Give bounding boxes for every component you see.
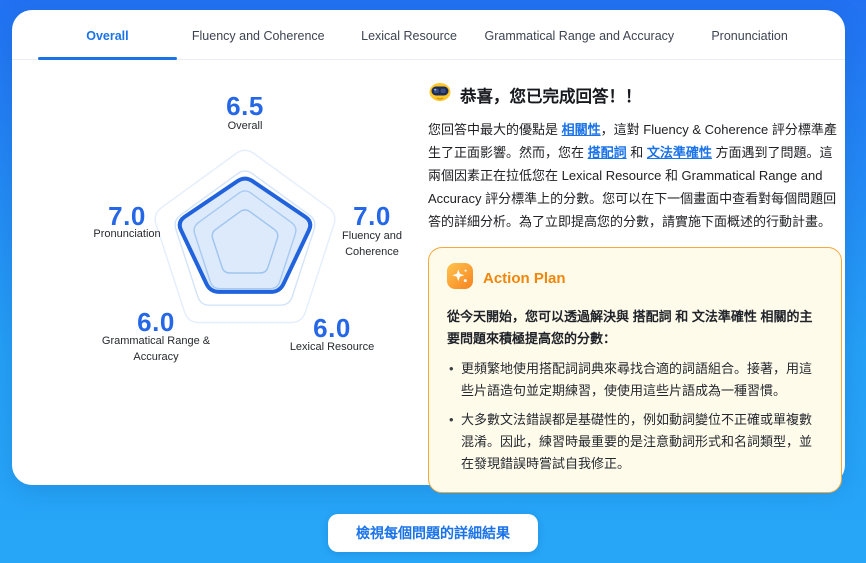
score-lexical-resource: 6.0Lexical Resource bbox=[290, 313, 374, 355]
score-pronunciation: 7.0Pronunciation bbox=[93, 201, 160, 242]
action-plan-intro: 從今天開始，您可以透過解決與 搭配詞 和 文法準確性 相關的主要問題來積極提高您… bbox=[447, 306, 823, 350]
action-plan-item: 大多數文法錯誤都是基礎性的，例如動詞變位不正確或單複數混淆。因此，練習時最重要的… bbox=[447, 409, 823, 475]
score-label: Overall bbox=[226, 118, 264, 134]
score-grammatical-range-accuracy: 6.0Grammatical Range &Accuracy bbox=[102, 307, 210, 365]
radar-series-fill bbox=[180, 179, 311, 292]
tab-bar: OverallFluency and CoherenceLexical Reso… bbox=[12, 10, 845, 60]
mascot-icon bbox=[428, 82, 452, 107]
score-fluency-and-coherence: 7.0Fluency andCoherence bbox=[342, 201, 402, 260]
results-card: OverallFluency and CoherenceLexical Reso… bbox=[12, 10, 845, 485]
congrats-header: 恭喜，您已完成回答！！ bbox=[428, 82, 842, 107]
score-label: Lexical Resource bbox=[290, 339, 374, 355]
term-link[interactable]: 文法準確性 bbox=[647, 145, 712, 160]
tab-lexical-resource[interactable]: Lexical Resource bbox=[334, 10, 485, 59]
sparkles-icon bbox=[447, 263, 473, 294]
tab-overall[interactable]: Overall bbox=[32, 10, 183, 59]
score-label: Pronunciation bbox=[93, 226, 160, 242]
score-label: Fluency andCoherence bbox=[342, 228, 402, 260]
action-plan-header: Action Plan bbox=[447, 263, 823, 294]
summary-text: 和 bbox=[627, 145, 647, 160]
radar-chart: 6.5Overall7.0Fluency andCoherence6.0Lexi… bbox=[55, 95, 435, 390]
view-details-button[interactable]: 檢視每個問題的詳細結果 bbox=[328, 514, 538, 552]
term-link[interactable]: 相關性 bbox=[562, 122, 601, 137]
tab-fluency-and-coherence[interactable]: Fluency and Coherence bbox=[183, 10, 334, 59]
action-plan-list: 更頻繁地使用搭配詞詞典來尋找合適的詞語組合。接著，用這些片語造句並定期練習，使使… bbox=[447, 358, 823, 475]
tab-grammatical-range-and-accuracy[interactable]: Grammatical Range and Accuracy bbox=[484, 10, 674, 59]
action-plan-item: 更頻繁地使用搭配詞詞典來尋找合適的詞語組合。接著，用這些片語造句並定期練習，使使… bbox=[447, 358, 823, 402]
action-plan-card: Action Plan 從今天開始，您可以透過解決與 搭配詞 和 文法準確性 相… bbox=[428, 247, 842, 493]
score-label: Grammatical Range &Accuracy bbox=[102, 333, 210, 365]
tab-pronunciation[interactable]: Pronunciation bbox=[674, 10, 825, 59]
score-overall: 6.5Overall bbox=[226, 91, 264, 134]
summary-column: 恭喜，您已完成回答！！ 您回答中最大的優點是 相關性，這對 Fluency & … bbox=[428, 82, 842, 493]
summary-paragraph: 您回答中最大的優點是 相關性，這對 Fluency & Coherence 評分… bbox=[428, 118, 842, 233]
action-plan-title: Action Plan bbox=[483, 270, 566, 287]
results-page: OverallFluency and CoherenceLexical Reso… bbox=[0, 0, 866, 563]
term-link[interactable]: 搭配詞 bbox=[588, 145, 627, 160]
summary-text: 您回答中最大的優點是 bbox=[428, 122, 562, 137]
congrats-heading: 恭喜，您已完成回答！！ bbox=[460, 83, 642, 107]
